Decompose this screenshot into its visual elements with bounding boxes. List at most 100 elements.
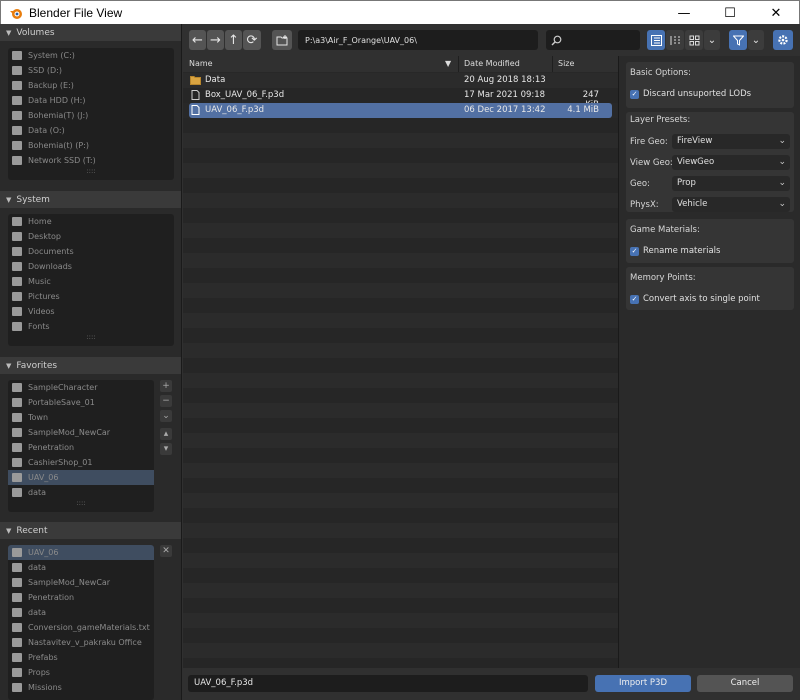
sidebar-item-favorite[interactable]: SampleCharacter [8, 380, 154, 395]
sidebar-item-recent[interactable]: data [8, 605, 154, 620]
back-button[interactable]: ← [189, 30, 206, 50]
resize-grip-icon[interactable]: :::: [8, 500, 154, 507]
folder-icon [12, 443, 22, 452]
empty-row [183, 508, 618, 523]
sidebar-item-volume[interactable]: Bohemia(t) (P:) [8, 138, 174, 153]
search-input[interactable] [546, 30, 640, 50]
filter-settings-dropdown[interactable]: ⌄ [748, 30, 764, 50]
sidebar-item-recent[interactable]: SampleMod_NewCar [8, 575, 154, 590]
empty-row [183, 658, 618, 668]
bookmark-menu-chevron-icon[interactable]: ⌄ [160, 410, 172, 422]
clear-recent-button[interactable]: ✕ [160, 545, 172, 557]
display-mode-horizontal-list-button[interactable] [666, 30, 684, 50]
sidebar-item-recent[interactable]: Nastavitev_v_pakraku Office [8, 635, 154, 650]
sidebar-item-favorite-active[interactable]: UAV_06 [8, 470, 154, 485]
empty-row [183, 598, 618, 613]
geo-select[interactable]: Prop ⌄ [672, 176, 790, 191]
sidebar-item-volume[interactable]: System (C:) [8, 48, 174, 63]
display-settings-dropdown[interactable]: ⌄ [704, 30, 720, 50]
empty-row [183, 298, 618, 313]
sidebar-item-volume[interactable]: Network SSD (T:) [8, 153, 174, 168]
sidebar-item-documents[interactable]: Documents [8, 244, 174, 259]
downloads-icon [12, 262, 22, 271]
sidebar-item-pictures[interactable]: Pictures [8, 289, 174, 304]
sidebar-item-favorite[interactable]: Penetration [8, 440, 154, 455]
folder-icon [12, 428, 22, 437]
file-row[interactable]: Box_UAV_06_F.p3d 17 Mar 2021 09:18 247 K… [183, 88, 618, 110]
arrow-left-icon: ← [192, 32, 203, 48]
geo-row: Geo: Prop ⌄ [630, 176, 790, 191]
sidebar-item-fonts[interactable]: Fonts [8, 319, 174, 334]
recent-panel-header[interactable]: ▼ Recent [0, 522, 181, 539]
recent-tools: ✕ [160, 545, 174, 560]
system-panel-header[interactable]: ▼ System [0, 191, 181, 208]
close-button[interactable]: ✕ [753, 1, 799, 25]
file-row-folder[interactable]: Data 20 Aug 2018 18:13 [183, 73, 618, 88]
sidebar-item-volume[interactable]: Data (O:) [8, 123, 174, 138]
file-row-selected[interactable]: UAV_06_F.p3d 06 Dec 2017 13:42 4.1 MiB [189, 103, 612, 118]
column-header-date[interactable]: Date Modified [464, 59, 520, 68]
sidebar-item-volume[interactable]: Backup (E:) [8, 78, 174, 93]
sidebar-item-recent-active[interactable]: UAV_06 [8, 545, 154, 560]
minimize-button[interactable]: — [661, 1, 707, 25]
parent-directory-button[interactable]: ↑ [225, 30, 242, 50]
recent-list: UAV_06 data SampleMod_NewCar Penetration… [8, 545, 154, 700]
physx-select[interactable]: Vehicle ⌄ [672, 197, 790, 212]
sidebar-item-desktop[interactable]: Desktop [8, 229, 174, 244]
empty-row [183, 448, 618, 463]
view-geo-select[interactable]: ViewGeo ⌄ [672, 155, 790, 170]
column-header-size[interactable]: Size [558, 59, 574, 68]
sidebar-item-downloads[interactable]: Downloads [8, 259, 174, 274]
column-divider[interactable] [552, 56, 553, 72]
file-rows: Data 20 Aug 2018 18:13 Box_UAV_06_F.p3d … [183, 73, 618, 668]
fire-geo-select[interactable]: FireView ⌄ [672, 134, 790, 149]
sidebar-item-favorite[interactable]: Town [8, 410, 154, 425]
options-toggle-button[interactable] [773, 30, 793, 50]
vertical-list-icon [650, 34, 662, 46]
resize-grip-icon[interactable]: :::: [8, 168, 174, 175]
sidebar-item-recent[interactable]: data [8, 560, 154, 575]
sidebar-item-recent[interactable]: Penetration [8, 590, 154, 605]
display-mode-thumbnails-button[interactable] [685, 30, 703, 50]
column-divider[interactable] [458, 56, 459, 72]
sidebar-item-recent[interactable]: Props [8, 665, 154, 680]
checkmark-icon: ✓ [630, 294, 639, 304]
sidebar-item-volume[interactable]: Bohemia(T) (J:) [8, 108, 174, 123]
volumes-panel-header[interactable]: ▼ Volumes [0, 24, 181, 41]
fonts-icon [12, 322, 22, 331]
sidebar-item-favorite[interactable]: data [8, 485, 154, 500]
directory-path-input[interactable]: P:\a3\Air_F_Orange\UAV_06\ [298, 30, 538, 50]
remove-bookmark-button[interactable]: − [160, 395, 172, 407]
move-down-button[interactable]: ▾ [160, 443, 172, 455]
sidebar-item-home[interactable]: Home [8, 214, 174, 229]
sidebar-item-music[interactable]: Music [8, 274, 174, 289]
add-bookmark-button[interactable]: + [160, 380, 172, 392]
new-folder-button[interactable] [272, 30, 292, 50]
sidebar-item-videos[interactable]: Videos [8, 304, 174, 319]
move-up-button[interactable]: ▴ [160, 428, 172, 440]
convert-axis-checkbox[interactable]: ✓ Convert axis to single point [630, 294, 760, 304]
checkmark-icon: ✓ [630, 246, 639, 256]
sidebar-item-recent[interactable]: Prefabs [8, 650, 154, 665]
display-mode-vertical-list-button[interactable] [647, 30, 665, 50]
sidebar-item-favorite[interactable]: PortableSave_01 [8, 395, 154, 410]
favorites-panel-header[interactable]: ▼ Favorites [0, 357, 181, 374]
forward-button[interactable]: → [207, 30, 224, 50]
sidebar-item-favorite[interactable]: SampleMod_NewCar [8, 425, 154, 440]
sidebar-item-volume[interactable]: SSD (D:) [8, 63, 174, 78]
resize-grip-icon[interactable]: :::: [8, 334, 174, 341]
refresh-button[interactable]: ⟳ [243, 30, 261, 50]
rename-materials-checkbox[interactable]: ✓ Rename materials [630, 246, 720, 256]
maximize-button[interactable]: ☐ [707, 1, 753, 25]
sidebar-item-recent[interactable]: Conversion_gameMaterials.txt [8, 620, 154, 635]
column-header-name[interactable]: Name [189, 59, 213, 68]
cancel-button[interactable]: Cancel [697, 675, 793, 692]
filename-input[interactable]: UAV_06_F.p3d [188, 675, 588, 692]
sidebar-item-volume[interactable]: Data HDD (H:) [8, 93, 174, 108]
discard-lods-checkbox[interactable]: ✓ Discard unsuported LODs [630, 89, 751, 99]
filter-toggle-button[interactable] [729, 30, 747, 50]
import-button[interactable]: Import P3D [595, 675, 691, 692]
sort-direction-icon[interactable]: ▼ [445, 59, 451, 68]
sidebar-item-recent[interactable]: Missions [8, 680, 154, 695]
sidebar-item-favorite[interactable]: CashierShop_01 [8, 455, 154, 470]
